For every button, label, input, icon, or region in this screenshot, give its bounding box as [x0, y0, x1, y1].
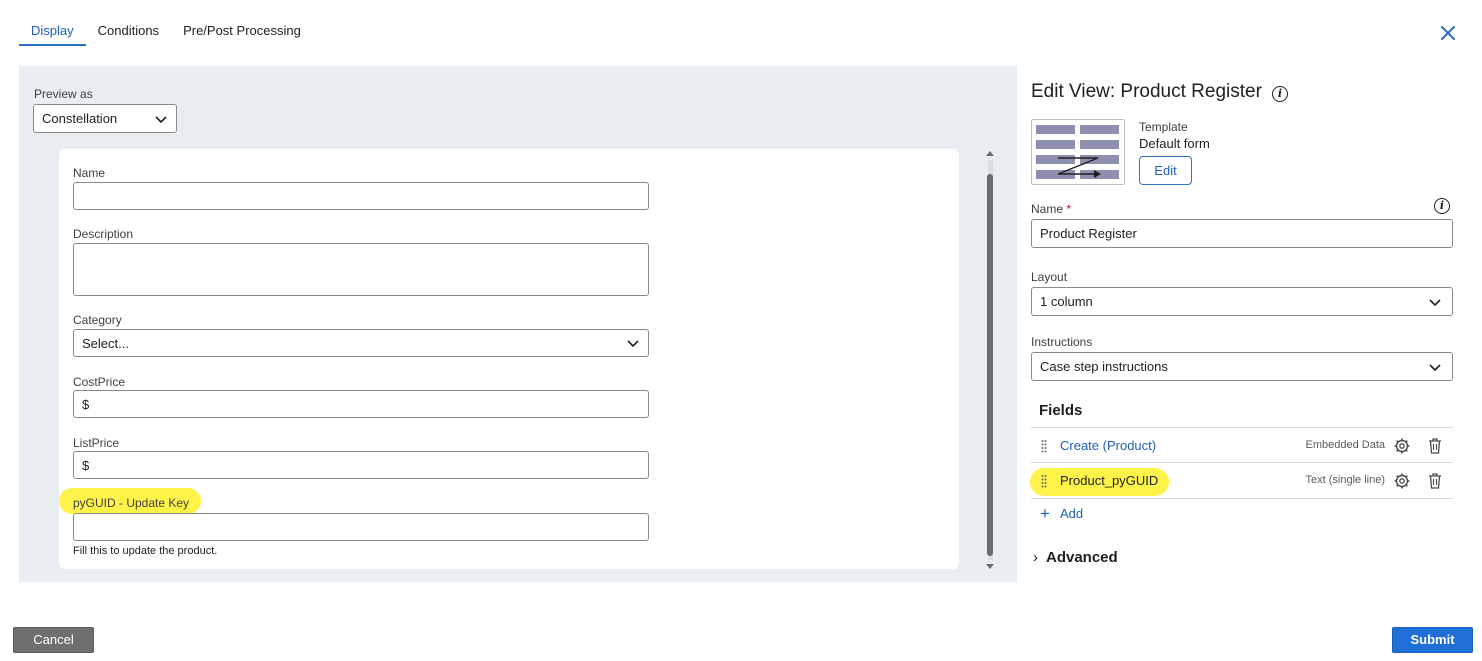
- tab-pre-post-processing[interactable]: Pre/Post Processing: [171, 18, 313, 46]
- add-field-button[interactable]: + Add: [1040, 504, 1084, 523]
- layout-label: Layout: [1031, 270, 1068, 284]
- preview-as-select[interactable]: Constellation: [33, 104, 177, 133]
- name-input[interactable]: [73, 182, 649, 210]
- preview-as-value: Constellation: [42, 111, 118, 126]
- category-value: Select...: [82, 336, 129, 351]
- advanced-label: Advanced: [1046, 549, 1118, 566]
- template-preview-graphic: [1036, 125, 1119, 179]
- costprice-field-label: CostPrice: [73, 375, 126, 389]
- tab-display[interactable]: Display: [19, 18, 86, 46]
- preview-scrollbar[interactable]: [985, 150, 995, 570]
- listprice-field-label: ListPrice: [73, 436, 120, 450]
- category-field-label: Category: [73, 313, 122, 327]
- fields-heading: Fields: [1039, 402, 1083, 419]
- template-thumbnail: [1031, 119, 1125, 185]
- trash-icon[interactable]: [1427, 437, 1443, 455]
- field-name-link[interactable]: Create (Product): [1060, 438, 1156, 453]
- drag-handle-icon[interactable]: [1041, 474, 1047, 488]
- name-field-label: Name: [73, 166, 106, 180]
- view-name-label: Name *: [1031, 202, 1071, 216]
- add-field-label: Add: [1060, 506, 1084, 521]
- view-name-label-text: Name: [1031, 202, 1064, 216]
- info-icon[interactable]: i: [1434, 198, 1450, 214]
- template-label: Template: [1139, 120, 1188, 134]
- costprice-input[interactable]: $: [73, 390, 649, 418]
- chevron-down-icon: [155, 116, 167, 124]
- layout-value: 1 column: [1040, 294, 1093, 309]
- plus-icon: +: [1040, 504, 1050, 523]
- chevron-right-icon: ›: [1033, 549, 1038, 566]
- advanced-section-toggle[interactable]: › Advanced: [1033, 549, 1118, 566]
- scroll-down-arrow[interactable]: [986, 564, 994, 569]
- pyguid-field-label: pyGUID - Update Key: [73, 496, 190, 510]
- gear-icon[interactable]: [1393, 437, 1411, 455]
- chevron-down-icon: [1429, 364, 1441, 372]
- layout-select[interactable]: 1 column: [1031, 287, 1453, 316]
- form-preview-card: Name Description Category Select... Cost…: [59, 149, 959, 569]
- edit-view-title: Edit View: Product Register: [1031, 81, 1262, 103]
- scrollbar-thumb[interactable]: [987, 174, 993, 556]
- template-value: Default form: [1139, 136, 1210, 151]
- tab-conditions[interactable]: Conditions: [86, 18, 171, 46]
- gear-icon[interactable]: [1393, 472, 1411, 490]
- tab-bar: Display Conditions Pre/Post Processing: [19, 18, 313, 46]
- chevron-down-icon: [1429, 299, 1441, 307]
- field-row-create-product[interactable]: Create (Product) Embedded Data: [1031, 427, 1453, 463]
- pyguid-helper-text: Fill this to update the product.: [73, 545, 218, 557]
- edit-view-title-text: Edit View: Product Register: [1031, 81, 1262, 102]
- instructions-label: Instructions: [1031, 335, 1093, 349]
- drag-handle-icon[interactable]: [1041, 439, 1047, 453]
- chevron-down-icon: [627, 340, 639, 348]
- field-type-label: Embedded Data: [1305, 439, 1386, 451]
- description-field-label: Description: [73, 227, 134, 241]
- view-name-input[interactable]: Product Register: [1031, 219, 1453, 248]
- trash-icon[interactable]: [1427, 472, 1443, 490]
- instructions-select[interactable]: Case step instructions: [1031, 352, 1453, 381]
- field-type-label: Text (single line): [1305, 474, 1385, 486]
- category-select[interactable]: Select...: [73, 329, 649, 357]
- field-row-product-pyguid[interactable]: Product_pyGUID Text (single line): [1031, 463, 1453, 499]
- scroll-up-arrow[interactable]: [986, 151, 994, 156]
- pyguid-input[interactable]: [73, 513, 649, 541]
- required-marker: *: [1066, 202, 1072, 216]
- preview-as-label: Preview as: [34, 87, 93, 101]
- cancel-button[interactable]: Cancel: [13, 627, 94, 653]
- description-textarea[interactable]: [73, 243, 649, 296]
- field-name-link[interactable]: Product_pyGUID: [1060, 473, 1158, 488]
- instructions-value: Case step instructions: [1040, 359, 1168, 374]
- listprice-input[interactable]: $: [73, 451, 649, 479]
- info-icon[interactable]: i: [1272, 86, 1288, 102]
- edit-template-button[interactable]: Edit: [1139, 156, 1192, 185]
- preview-panel: Preview as Constellation Name Descriptio…: [19, 66, 1017, 582]
- submit-button[interactable]: Submit: [1392, 627, 1473, 653]
- close-icon[interactable]: [1437, 22, 1459, 44]
